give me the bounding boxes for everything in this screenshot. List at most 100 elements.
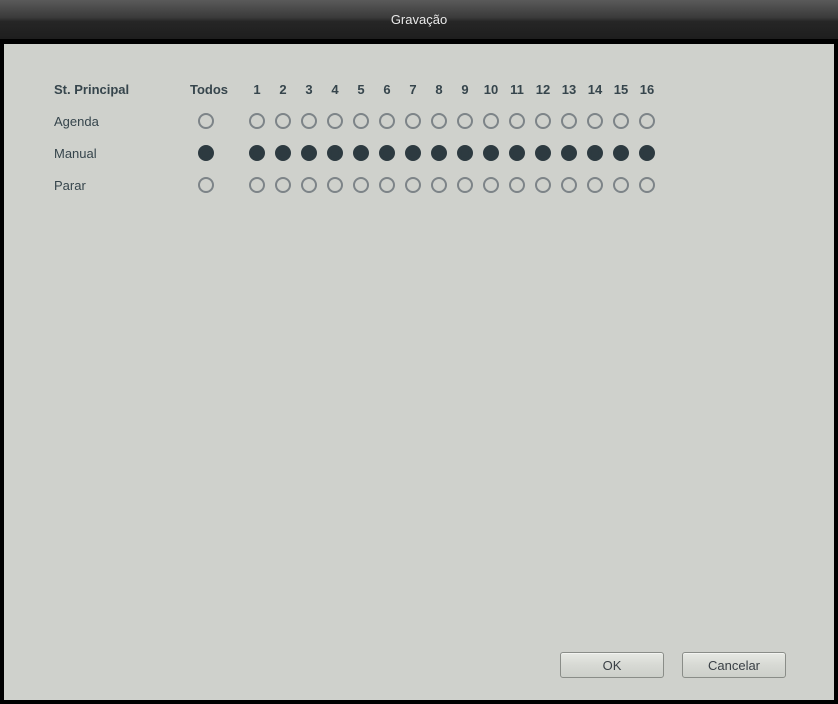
radio-agenda-ch13[interactable] (561, 113, 577, 129)
radio-agenda-ch9[interactable] (457, 113, 473, 129)
radio-parar-ch13[interactable] (561, 177, 577, 193)
cell-agenda-ch11 (504, 113, 530, 129)
cell-manual-ch1 (244, 145, 270, 161)
radio-agenda-ch15[interactable] (613, 113, 629, 129)
cell-parar-ch12 (530, 177, 556, 193)
radio-manual-ch10[interactable] (483, 145, 499, 161)
radio-manual-ch11[interactable] (509, 145, 525, 161)
radio-parar-ch5[interactable] (353, 177, 369, 193)
cell-agenda-ch5 (348, 113, 374, 129)
cell-agenda-ch7 (400, 113, 426, 129)
cell-agenda-ch4 (322, 113, 348, 129)
footer-buttons: OK Cancelar (560, 652, 786, 678)
radio-agenda-ch7[interactable] (405, 113, 421, 129)
row-label-agenda: Agenda (54, 114, 184, 129)
radio-parar-ch10[interactable] (483, 177, 499, 193)
recording-grid: St. PrincipalTodos1234567891011121314151… (54, 82, 784, 193)
header-channel-16: 16 (634, 82, 660, 97)
radio-parar-todos[interactable] (198, 177, 214, 193)
cell-parar-ch4 (322, 177, 348, 193)
cell-agenda-ch6 (374, 113, 400, 129)
cell-manual-ch4 (322, 145, 348, 161)
radio-manual-ch7[interactable] (405, 145, 421, 161)
ok-button[interactable]: OK (560, 652, 664, 678)
radio-manual-ch2[interactable] (275, 145, 291, 161)
cell-parar-ch10 (478, 177, 504, 193)
radio-manual-ch15[interactable] (613, 145, 629, 161)
radio-agenda-ch4[interactable] (327, 113, 343, 129)
cell-agenda-ch9 (452, 113, 478, 129)
cell-manual-ch3 (296, 145, 322, 161)
cell-parar-ch5 (348, 177, 374, 193)
cancel-button[interactable]: Cancelar (682, 652, 786, 678)
radio-agenda-ch2[interactable] (275, 113, 291, 129)
header-channel-15: 15 (608, 82, 634, 97)
cell-manual-ch15 (608, 145, 634, 161)
cell-parar-ch6 (374, 177, 400, 193)
radio-agenda-ch5[interactable] (353, 113, 369, 129)
header-channel-10: 10 (478, 82, 504, 97)
radio-agenda-ch3[interactable] (301, 113, 317, 129)
header-channel-1: 1 (244, 82, 270, 97)
cell-parar-ch3 (296, 177, 322, 193)
radio-manual-ch8[interactable] (431, 145, 447, 161)
radio-agenda-ch14[interactable] (587, 113, 603, 129)
radio-manual-ch9[interactable] (457, 145, 473, 161)
cell-agenda-todos (184, 113, 244, 129)
cell-parar-ch8 (426, 177, 452, 193)
radio-manual-ch13[interactable] (561, 145, 577, 161)
radio-parar-ch1[interactable] (249, 177, 265, 193)
radio-parar-ch8[interactable] (431, 177, 447, 193)
radio-agenda-ch16[interactable] (639, 113, 655, 129)
radio-parar-ch9[interactable] (457, 177, 473, 193)
cell-manual-ch14 (582, 145, 608, 161)
header-channel-14: 14 (582, 82, 608, 97)
header-todos: Todos (184, 82, 244, 97)
radio-parar-ch7[interactable] (405, 177, 421, 193)
radio-agenda-todos[interactable] (198, 113, 214, 129)
radio-parar-ch12[interactable] (535, 177, 551, 193)
cell-parar-ch15 (608, 177, 634, 193)
radio-manual-ch6[interactable] (379, 145, 395, 161)
cell-agenda-ch15 (608, 113, 634, 129)
radio-parar-ch6[interactable] (379, 177, 395, 193)
header-channel-12: 12 (530, 82, 556, 97)
cell-agenda-ch8 (426, 113, 452, 129)
cell-parar-ch13 (556, 177, 582, 193)
radio-parar-ch15[interactable] (613, 177, 629, 193)
radio-manual-ch12[interactable] (535, 145, 551, 161)
cell-agenda-ch2 (270, 113, 296, 129)
radio-manual-ch1[interactable] (249, 145, 265, 161)
ok-button-label: OK (603, 658, 622, 673)
radio-manual-ch14[interactable] (587, 145, 603, 161)
header-channel-4: 4 (322, 82, 348, 97)
header-channel-6: 6 (374, 82, 400, 97)
content-area: St. PrincipalTodos1234567891011121314151… (4, 44, 834, 700)
radio-parar-ch4[interactable] (327, 177, 343, 193)
radio-manual-ch5[interactable] (353, 145, 369, 161)
radio-parar-ch11[interactable] (509, 177, 525, 193)
radio-parar-ch2[interactable] (275, 177, 291, 193)
radio-parar-ch14[interactable] (587, 177, 603, 193)
radio-manual-ch16[interactable] (639, 145, 655, 161)
radio-agenda-ch6[interactable] (379, 113, 395, 129)
cell-manual-ch7 (400, 145, 426, 161)
radio-manual-ch3[interactable] (301, 145, 317, 161)
cell-manual-ch2 (270, 145, 296, 161)
radio-agenda-ch1[interactable] (249, 113, 265, 129)
titlebar: Gravação (0, 0, 838, 40)
radio-agenda-ch10[interactable] (483, 113, 499, 129)
cell-parar-ch16 (634, 177, 660, 193)
radio-agenda-ch11[interactable] (509, 113, 525, 129)
radio-manual-ch4[interactable] (327, 145, 343, 161)
radio-parar-ch16[interactable] (639, 177, 655, 193)
header-channel-2: 2 (270, 82, 296, 97)
radio-agenda-ch8[interactable] (431, 113, 447, 129)
cancel-button-label: Cancelar (708, 658, 760, 673)
radio-agenda-ch12[interactable] (535, 113, 551, 129)
radio-parar-ch3[interactable] (301, 177, 317, 193)
header-channel-11: 11 (504, 82, 530, 97)
row-label-parar: Parar (54, 178, 184, 193)
radio-manual-todos[interactable] (198, 145, 214, 161)
cell-parar-ch11 (504, 177, 530, 193)
